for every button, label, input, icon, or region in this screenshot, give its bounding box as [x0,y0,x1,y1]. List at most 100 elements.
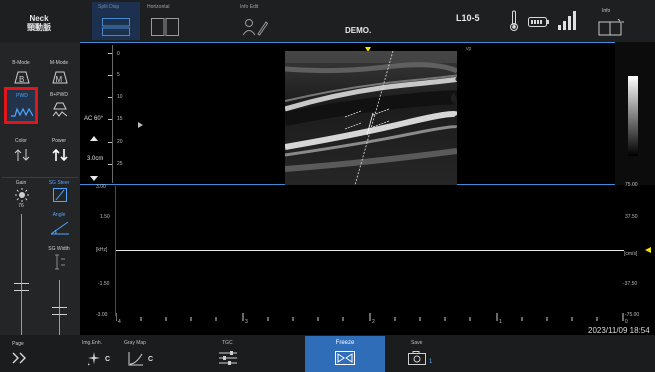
time-label-3: 3 [245,319,248,325]
sg-width-control[interactable]: SG Width [44,246,76,276]
gray-map-button[interactable]: Gray Map C [122,338,158,370]
book-icon [598,19,624,36]
right-scale-bottom: -75.00 [625,312,640,318]
preset-name-jp: 頸動脈 [27,23,51,32]
svg-text:M: M [56,75,63,84]
angle-icon [50,221,69,235]
left-scale-lower: -1.50 [98,281,110,287]
bmode-icon: B [14,71,30,84]
tgc-label: TGC [222,340,233,346]
left-scale-axis [115,186,116,316]
time-label-4: 4 [118,319,121,325]
power-flow-icon [52,148,68,162]
doppler-baseline[interactable] [116,250,624,251]
top-bar: Neck 頸動脈 Split Disp Horizontal Info Edit… [0,0,655,42]
color-label: Color [15,138,27,144]
page-label: Page [12,341,24,347]
img-enh-label: Img.Enh. [82,340,103,346]
depth-tick-mark [108,75,112,76]
steer-icon [53,188,67,202]
split-horizontal-icon [102,18,130,36]
sg-width-label: SG Width [48,246,70,252]
mode-sidebar: B-Mode B M-Mode M PWD B+PWD Color Power … [0,42,80,372]
depth-tick-10: 10 [117,94,123,100]
depth-tick-20: 20 [117,139,123,145]
preset-name: Neck [29,14,49,23]
camera-icon [408,351,426,365]
bpwd-label: B+PWD [50,92,68,98]
color-button[interactable]: Color [6,138,38,168]
time-label-1: 1 [499,319,502,325]
sg-steer-control[interactable]: SG Steer [44,180,76,210]
gate-width-icon [55,254,65,270]
right-scale-lower: -37.50 [623,281,638,287]
bpwd-button[interactable]: B+PWD [44,92,76,122]
bmode-button[interactable]: B-Mode B [6,60,38,90]
edit-person-icon [242,19,268,36]
depth-up-arrow-icon[interactable] [90,136,98,141]
tgc-sliders-icon [219,351,237,365]
double-chevron-right-icon [12,352,26,364]
right-scale-upper: 37.50 [625,214,638,220]
carotid-ultrasound-image [285,51,457,185]
time-axis [116,313,624,321]
gain-control[interactable]: Gain 76 [6,180,38,210]
info-button[interactable]: Info [592,2,632,40]
pwd-waveform-icon [11,107,33,117]
left-scale-bottom: -3.00 [96,312,108,318]
battery-icon [528,17,549,27]
depth-down-arrow-icon[interactable] [90,176,98,181]
img-enh-value: C [105,356,111,363]
preset-label[interactable]: Neck 頸動脈 [18,14,60,32]
angle-correction-label: AC 60° [84,116,104,122]
right-scale-top: 75.00 [625,182,638,188]
depth-tick-mark [108,53,112,54]
pwd-label: PWD [16,93,28,99]
doppler-spectrum-area[interactable]: 3.00 1.50 [kHz] -1.50 -3.00 75.00 37.50 … [80,182,655,335]
bottom-bar: Page Img.Enh. C Gray Map C TGC Freeze Sa… [0,335,655,372]
horizontal-label: Horizontal [147,4,170,10]
info-edit-button[interactable]: Info Edit [236,2,276,40]
sg-width-slider-handle[interactable] [52,307,67,315]
freeze-icon [335,351,355,365]
grayscale-strip [615,42,655,185]
left-scale-upper: 1.50 [100,214,110,220]
right-scale-unit: [cm/s] [624,251,638,257]
vp-label: vp [466,46,472,52]
gain-label: Gain [15,180,27,186]
info-label: Info [602,8,611,14]
pwd-button[interactable]: PWD [4,87,38,124]
freeze-button[interactable]: Freeze [305,336,385,372]
probe-label[interactable]: L10-5 [456,13,480,23]
color-flow-icon [14,149,30,161]
freeze-label: Freeze [335,340,355,346]
depth-value: 3.0cm [87,156,104,162]
save-button[interactable]: Save 1 [400,338,436,370]
depth-tick-mark [108,119,112,120]
gain-slider-handle[interactable] [14,283,29,291]
info-edit-label: Info Edit [240,4,259,10]
mmode-button[interactable]: M-Mode M [44,60,76,90]
image-enhance-button[interactable]: Img.Enh. C [80,338,116,370]
bmode-image-area[interactable]: 0 5 10 15 20 25 AC 60° 3.0cm vp [80,42,615,185]
split-disp-button[interactable]: Split Disp [92,2,140,40]
depth-tick-25: 25 [117,161,123,167]
depth-tick-mark [108,142,112,143]
split-vertical-icon [151,18,179,36]
time-label-0: 0 [625,319,628,325]
baseline-marker-icon[interactable] [645,247,651,253]
page-button[interactable]: Page [6,341,36,369]
focus-marker-icon[interactable] [138,122,143,128]
gray-map-label: Gray Map [124,340,146,346]
left-scale-unit: [kHz] [96,247,108,253]
depth-tick-mark [108,97,112,98]
time-label-2: 2 [372,319,375,325]
angle-control[interactable]: Angle [44,212,76,242]
svg-text:B: B [19,75,24,84]
mmode-label: M-Mode [49,60,69,66]
horizontal-button[interactable]: Horizontal [145,2,187,40]
power-button[interactable]: Power [44,138,76,168]
tgc-button[interactable]: TGC [213,338,243,370]
gain-value: 76 [18,203,24,209]
signal-strength-icon [558,11,576,30]
